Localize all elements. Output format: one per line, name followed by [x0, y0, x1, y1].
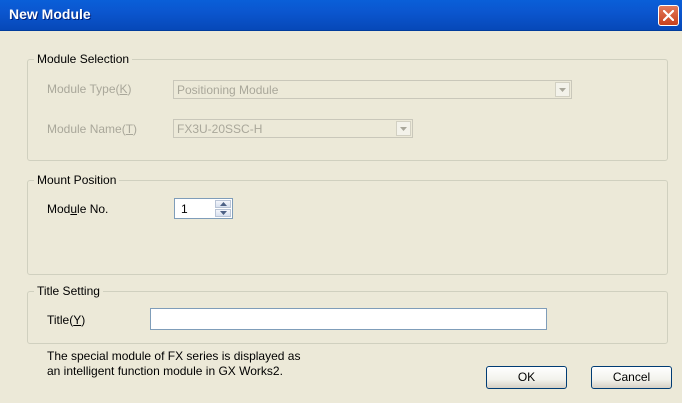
module-name-label: Module Name(T)	[47, 122, 138, 136]
module-selection-legend: Module Selection	[37, 52, 130, 66]
title-input[interactable]	[150, 308, 547, 330]
mount-position-legend: Mount Position	[37, 173, 117, 187]
module-type-dropdown-button[interactable]	[555, 82, 570, 97]
info-note-line-1: The special module of FX series is displ…	[47, 349, 301, 363]
module-selection-group: Module Selection	[27, 52, 668, 161]
module-no-value: 1	[181, 202, 188, 216]
arrow-down-icon	[220, 211, 227, 215]
module-name-value: FX3U-20SSC-H	[177, 122, 263, 136]
chevron-down-icon	[559, 88, 566, 92]
window-title: New Module	[9, 6, 91, 22]
spin-up-button[interactable]	[215, 200, 231, 208]
module-name-combobox[interactable]: FX3U-20SSC-H	[173, 119, 413, 138]
title-bar[interactable]: New Module	[0, 0, 682, 31]
info-note: The special module of FX series is displ…	[47, 349, 300, 379]
mount-position-group: Mount Position	[27, 173, 668, 275]
module-type-value: Positioning Module	[177, 83, 279, 97]
info-note-line-2: an intelligent function module in GX Wor…	[47, 364, 283, 378]
ok-button[interactable]: OK	[486, 366, 567, 389]
chevron-down-icon	[400, 127, 407, 131]
title-label: Title(Y)	[47, 313, 86, 327]
close-icon	[663, 10, 674, 21]
cancel-button[interactable]: Cancel	[591, 366, 672, 389]
module-name-dropdown-button[interactable]	[396, 121, 411, 136]
arrow-up-icon	[220, 202, 227, 206]
module-type-combobox[interactable]: Positioning Module	[173, 80, 572, 99]
module-no-spinner[interactable]: 1	[174, 198, 233, 219]
title-setting-legend: Title Setting	[37, 284, 100, 298]
module-no-label: Module No.	[47, 202, 109, 216]
close-button[interactable]	[658, 5, 679, 26]
module-type-label: Module Type(K)	[47, 82, 132, 96]
spin-down-button[interactable]	[215, 209, 231, 217]
